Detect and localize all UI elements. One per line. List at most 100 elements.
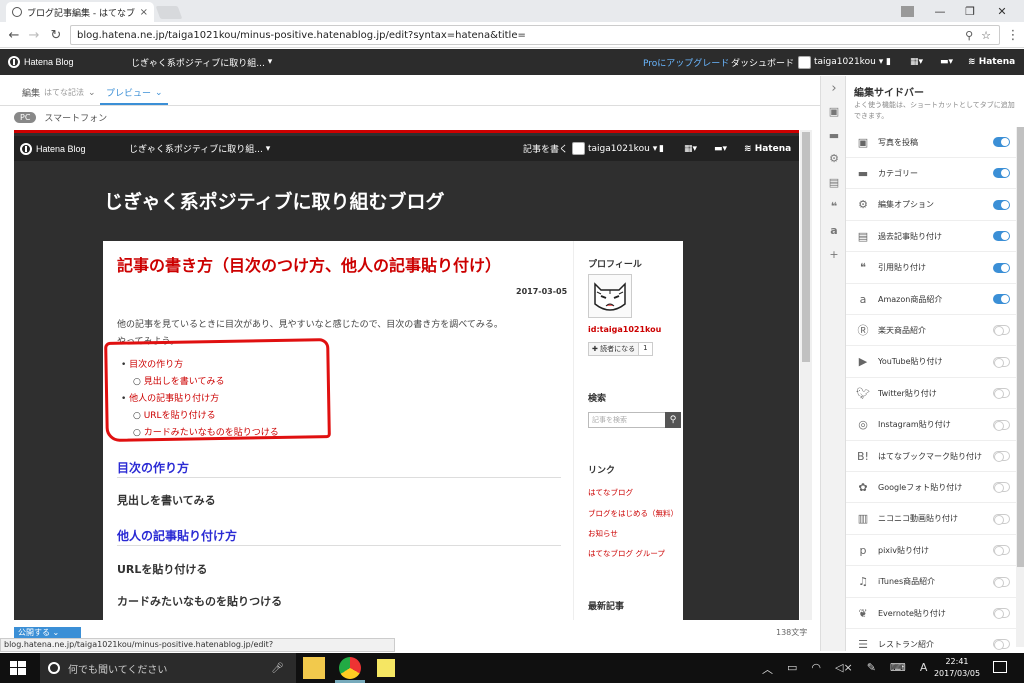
preview-hatena-logo[interactable]: Hatena Blog [20, 136, 86, 161]
sidebar-item-toggle[interactable] [993, 294, 1010, 304]
sidebar-item[interactable]: Ⓡ 楽天商品紹介 [846, 315, 1016, 347]
tab-preview[interactable]: プレビュー ⌄ [106, 86, 163, 100]
sidebar-item[interactable]: ▥ ニコニコ動画貼り付け [846, 504, 1016, 535]
sidebar-item[interactable]: ▤ 過去記事貼り付け [846, 221, 1016, 253]
notification-icon[interactable]: ▬▾ [714, 136, 727, 161]
cortana-search-box[interactable]: 何でも聞いてください 🎤︎ [40, 653, 296, 683]
document-icon[interactable]: ▤ [828, 176, 840, 189]
toc-item[interactable]: • 他人の記事貼り付け方 [121, 391, 279, 408]
bookmark-star-icon[interactable]: ☆ [981, 29, 991, 42]
sidebar-item[interactable]: p pixiv貼り付け [846, 535, 1016, 567]
dashboard-link[interactable]: ダッシュボード [731, 49, 794, 75]
sidebar-item-toggle[interactable] [993, 262, 1010, 273]
write-entry-link[interactable]: 記事を書く [523, 136, 568, 161]
preview-user-menu[interactable]: taiga1021kou ▾ [572, 136, 657, 161]
sidebar-item-toggle[interactable] [993, 576, 1010, 588]
pen-icon[interactable]: ✎ [867, 661, 876, 677]
sidebar-scrollbar[interactable] [1016, 127, 1024, 647]
sidebar-item[interactable]: ♫ iTunes商品紹介 [846, 567, 1016, 598]
entry-date[interactable]: 2017-03-05 [516, 287, 567, 296]
battery-icon[interactable]: ▭ [787, 661, 797, 677]
reload-button[interactable]: ↻ [46, 26, 66, 44]
action-center-icon[interactable] [993, 661, 1007, 673]
window-close-button[interactable]: ✕ [987, 0, 1017, 22]
sidebar-item-toggle[interactable] [993, 419, 1010, 431]
sidebar-item[interactable]: a Amazon商品紹介 [846, 284, 1016, 315]
toc-link[interactable]: 他人の記事貼り付け方 [129, 394, 219, 404]
add-icon[interactable]: + [828, 248, 840, 261]
profile-id-link[interactable]: id:taiga1021kou [588, 325, 661, 334]
hatena-menu[interactable]: ≋ Hatena [968, 49, 1015, 75]
minimize-button[interactable]: — [925, 0, 955, 22]
sidebar-item[interactable]: ⚙ 編集オプション [846, 190, 1016, 221]
sidebar-item-toggle[interactable] [993, 231, 1010, 242]
hatena-blog-logo[interactable]: Hatena Blog [8, 49, 74, 75]
sidebar-item-toggle[interactable] [993, 325, 1010, 337]
user-menu[interactable]: taiga1021kou ▾ [798, 49, 883, 75]
chrome-menu-icon[interactable]: ⋮ [1003, 26, 1023, 44]
file-explorer-icon[interactable] [303, 657, 325, 679]
toc-subitem[interactable]: ○ カードみたいなものを貼りつける [121, 425, 279, 442]
new-tab-button[interactable] [155, 6, 183, 19]
view-smartphone-tab[interactable]: スマートフォン [44, 111, 107, 124]
bookmark-icon[interactable]: ▮ [886, 49, 891, 75]
sidebar-item[interactable]: B! はてなブックマーク貼り付け [846, 441, 1016, 472]
toc-subitem[interactable]: ○ URLを貼り付ける [121, 408, 279, 425]
notification-icon[interactable]: ▬▾ [940, 49, 953, 75]
sidebar-item-toggle[interactable] [993, 356, 1010, 368]
sidebar-item-toggle[interactable] [993, 513, 1010, 525]
sidebar-item-toggle[interactable] [993, 388, 1010, 400]
preview-scrollbar[interactable] [800, 130, 812, 620]
browser-tab[interactable]: ブログ記事編集 - はてなブロ × [6, 2, 154, 22]
preview-hatena-menu[interactable]: ≋ Hatena [744, 136, 791, 161]
sidebar-link[interactable]: はてなブログ グループ [588, 548, 665, 559]
sidebar-item[interactable]: ❦ Evernote貼り付け [846, 598, 1016, 629]
bookmark-icon[interactable]: ▮ [659, 136, 664, 161]
preview-blog-selector[interactable]: じぎゃく系ポジティブに取り組... ▾ [129, 136, 270, 161]
tab-edit[interactable]: 編集 はてな記法 ⌄ [22, 86, 96, 100]
toc-link[interactable]: 目次の作り方 [129, 360, 183, 370]
preview-scroll-thumb[interactable] [802, 132, 810, 362]
sidebar-item[interactable]: ▣ 写真を投稿 [846, 127, 1016, 158]
url-input[interactable]: blog.hatena.ne.jp/taiga1021kou/minus-pos… [70, 25, 1000, 45]
microphone-icon[interactable]: 🎤︎ [271, 663, 284, 674]
sidebar-item-toggle[interactable] [993, 199, 1010, 210]
sidebar-link[interactable]: はてなブログ [588, 487, 633, 498]
sidebar-item-toggle[interactable] [993, 608, 1010, 619]
search-icon[interactable]: ⚲ [665, 412, 681, 428]
keyboard-icon[interactable]: ⌨ [890, 661, 906, 677]
entry-title[interactable]: 記事の書き方（目次のつけ方、他人の記事貼り付け） [117, 255, 507, 276]
collapse-chevron-icon[interactable]: › [828, 81, 840, 96]
toc-subitem[interactable]: ○ 見出しを書いてみる [121, 374, 279, 391]
sidebar-item[interactable]: 🐦︎ Twitter貼り付け [846, 378, 1016, 410]
volume-icon[interactable]: ◁× [835, 661, 853, 677]
back-button[interactable]: ← [4, 26, 24, 44]
clock[interactable]: 22:41 2017/03/05 [932, 656, 982, 680]
toc-link[interactable]: URLを貼り付ける [144, 411, 216, 421]
sidebar-item-toggle[interactable] [993, 639, 1010, 651]
upgrade-link[interactable]: Proにアップグレード [643, 49, 729, 75]
sidebar-link[interactable]: ブログをはじめる（無料） [588, 508, 678, 519]
sidebar-item-toggle[interactable] [993, 482, 1010, 494]
toc-link[interactable]: 見出しを書いてみる [144, 377, 225, 387]
apps-grid-icon[interactable]: ▦▾ [684, 136, 697, 161]
toc-item[interactable]: • 目次の作り方 [121, 357, 279, 374]
blog-selector[interactable]: じぎゃく系ポジティブに取り組... ▾ [131, 49, 272, 75]
profile-icon[interactable] [892, 0, 922, 22]
forward-button[interactable]: → [24, 26, 44, 44]
amazon-icon[interactable]: a [828, 224, 840, 237]
gear-icon[interactable]: ⚙ [828, 152, 840, 165]
sidebar-link[interactable]: お知らせ [588, 528, 618, 539]
folder-icon[interactable]: ▬ [828, 129, 840, 142]
sidebar-item[interactable]: ▬ カテゴリー [846, 158, 1016, 190]
sidebar-item[interactable]: ❝ 引用貼り付け [846, 253, 1016, 284]
sidebar-item-toggle[interactable] [993, 137, 1010, 147]
sidebar-item[interactable]: ✿ Googleフォト貼り付け [846, 472, 1016, 504]
chrome-icon[interactable] [339, 657, 361, 679]
sticky-notes-icon[interactable] [377, 659, 395, 677]
photo-icon[interactable]: ▣ [828, 105, 840, 118]
sidebar-scroll-thumb[interactable] [1017, 127, 1024, 567]
blog-title[interactable]: じぎゃく系ポジティブに取り組むブログ [104, 187, 444, 214]
zoom-icon[interactable]: ⚲ [965, 29, 973, 42]
wifi-icon[interactable]: ◠ [811, 661, 821, 677]
